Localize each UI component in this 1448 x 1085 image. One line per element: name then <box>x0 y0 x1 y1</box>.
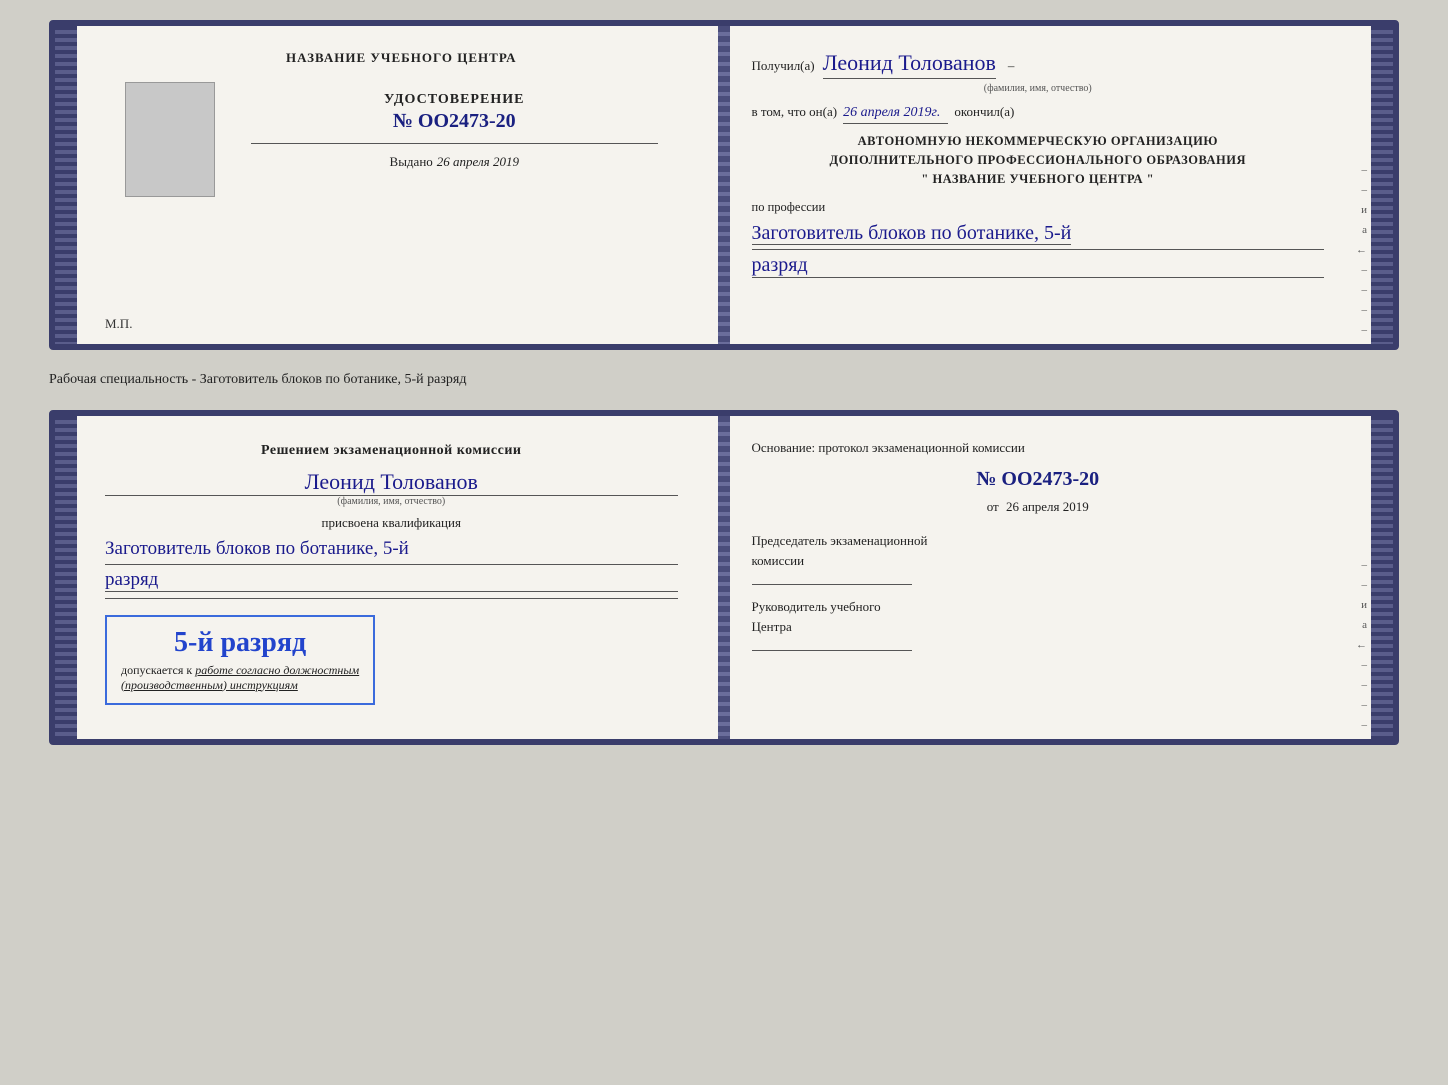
predsedatel-line1: Председатель экзаменационной <box>752 533 928 548</box>
org-name: НАЗВАНИЕ УЧЕБНОГО ЦЕНТРА <box>932 172 1143 186</box>
side-dash-r4: – <box>1362 679 1368 691</box>
protocol-number: № OO2473-20 <box>752 468 1325 491</box>
okonchil-label: окончил(а) <box>954 104 1014 120</box>
side-arrow: ← <box>1356 244 1367 256</box>
document-card-2: Решением экзаменационной комиссии Леонид… <box>49 410 1399 745</box>
org-name-line: " НАЗВАНИЕ УЧЕБНОГО ЦЕНТРА " <box>752 170 1325 189</box>
org-line1: АВТОНОМНУЮ НЕКОММЕРЧЕСКУЮ ОРГАНИЗАЦИЮ <box>752 132 1325 151</box>
po-professii-label: по профессии <box>752 200 1325 215</box>
side-dash-r1: – <box>1362 559 1368 571</box>
left-binding-strip-2 <box>55 416 77 739</box>
side-notes-right: – – и а ← – – – – <box>1352 26 1371 344</box>
side-letter-i2: и <box>1361 599 1367 611</box>
org-block: АВТОНОМНУЮ НЕКОММЕРЧЕСКУЮ ОРГАНИЗАЦИЮ ДО… <box>752 132 1325 188</box>
rukovoditel-line2: Центра <box>752 619 792 634</box>
side-letter-a: а <box>1362 224 1367 236</box>
predsedatel-line2: комиссии <box>752 553 805 568</box>
side-arrow2: ← <box>1356 639 1367 651</box>
rabote-label: работе согласно должностным <box>195 663 359 677</box>
udostoverenie-number: № OO2473-20 <box>251 110 658 133</box>
ot-date: 26 апреля 2019 <box>1006 499 1089 514</box>
card1-left: НАЗВАНИЕ УЧЕБНОГО ЦЕНТРА УДОСТОВЕРЕНИЕ №… <box>77 26 706 344</box>
stamp-razryad: 5-й разряд <box>121 627 359 659</box>
poluchil-label: Получил(а) <box>752 58 815 74</box>
udostoverenie-block: УДОСТОВЕРЕНИЕ № OO2473-20 <box>251 92 658 133</box>
side-letter-a2: а <box>1362 619 1367 631</box>
rukovoditel-block: Руководитель учебного Центра <box>752 597 1325 651</box>
profession-text: Заготовитель блоков по ботанике, 5-й <box>752 222 1072 245</box>
side-notes-right-2: – – и а ← – – – – <box>1352 416 1371 739</box>
completion-date: 26 апреля 2019г. <box>843 105 948 124</box>
decision-header: Решением экзаменационной комиссии <box>105 440 678 461</box>
side-dash-r5: – <box>1362 699 1368 711</box>
predsedatel-signature-line <box>752 584 912 585</box>
side-dash-r6: – <box>1362 719 1368 731</box>
dopuskaetsya-label: допускается к <box>121 663 192 677</box>
side-dash-r3: – <box>1362 659 1368 671</box>
card2-left: Решением экзаменационной комиссии Леонид… <box>77 416 706 739</box>
side-dash-r2: – <box>1362 579 1368 591</box>
stamp-box: 5-й разряд допускается к работе согласно… <box>105 615 375 705</box>
side-dash-1: – <box>1362 164 1368 176</box>
side-dash-6: – <box>1362 324 1368 336</box>
rukovoditel-signature-line <box>752 650 912 651</box>
separator-2 <box>105 598 678 599</box>
page-wrapper: НАЗВАНИЕ УЧЕБНОГО ЦЕНТРА УДОСТОВЕРЕНИЕ №… <box>49 20 1399 745</box>
side-letter-i: и <box>1361 204 1367 216</box>
poluchil-line: Получил(а) Леонид Толованов – <box>752 50 1325 79</box>
fio-label-1: (фамилия, имя, отчество) <box>752 83 1325 94</box>
caption-text: Рабочая специальность - Заготовитель бло… <box>49 368 1399 392</box>
org-line2: ДОПОЛНИТЕЛЬНОГО ПРОФЕССИОНАЛЬНОГО ОБРАЗО… <box>752 151 1325 170</box>
profession-line <box>752 249 1325 250</box>
razryad-text: разряд <box>752 254 1325 278</box>
photo-placeholder <box>125 82 215 197</box>
mp-label: М.П. <box>105 316 132 332</box>
fio-label-2: (фамилия, имя, отчество) <box>105 496 678 507</box>
predsedatel-block: Председатель экзаменационной комиссии <box>752 531 1325 585</box>
separator-line-1 <box>251 143 658 144</box>
card2-inner: Решением экзаменационной комиссии Леонид… <box>77 416 1371 739</box>
qualification-text: Заготовитель блоков по ботанике, 5-й <box>105 535 678 565</box>
vydano-line: Выдано 26 апреля 2019 <box>251 154 658 170</box>
stamp-dopuskaetsya: допускается к работе согласно должностны… <box>121 663 359 678</box>
card1-right: Получил(а) Леонид Толованов – (фамилия, … <box>724 26 1353 344</box>
side-dash-2: – <box>1362 184 1368 196</box>
udostoverenie-title: УДОСТОВЕРЕНИЕ <box>251 92 658 108</box>
rukovoditel-line1: Руководитель учебного <box>752 599 881 614</box>
vtom-prefix: в том, что он(а) <box>752 104 838 120</box>
vtom-line: в том, что он(а) 26 апреля 2019г. окончи… <box>752 104 1325 124</box>
recipient-name-2: Леонид Толованов <box>105 469 678 496</box>
osnovaniye-text: Основание: протокол экзаменационной коми… <box>752 440 1325 456</box>
prisvoena-text: присвоена квалификация <box>105 515 678 531</box>
card1-inner: НАЗВАНИЕ УЧЕБНОГО ЦЕНТРА УДОСТОВЕРЕНИЕ №… <box>77 26 1371 344</box>
org-quote-close: " <box>1147 172 1154 186</box>
org-quote-open: " <box>921 172 928 186</box>
vydano-label: Выдано <box>390 154 433 169</box>
side-dash-5: – <box>1362 304 1368 316</box>
card2-right: Основание: протокол экзаменационной коми… <box>724 416 1353 739</box>
instruktsiyam-label: (производственным) инструкциям <box>121 678 359 693</box>
left-binding-strip <box>55 26 77 344</box>
ot-prefix: от <box>987 499 999 514</box>
predsedatel-label: Председатель экзаменационной комиссии <box>752 531 1325 570</box>
recipient-name: Леонид Толованов <box>823 50 996 79</box>
document-card-1: НАЗВАНИЕ УЧЕБНОГО ЦЕНТРА УДОСТОВЕРЕНИЕ №… <box>49 20 1399 350</box>
side-dash-4: – <box>1362 284 1368 296</box>
right-binding-strip <box>1371 26 1393 344</box>
training-center-header: НАЗВАНИЕ УЧЕБНОГО ЦЕНТРА <box>125 50 678 66</box>
vydano-date: 26 апреля 2019 <box>437 154 519 169</box>
right-binding-strip-2 <box>1371 416 1393 739</box>
razryad-text-2: разряд <box>105 569 678 592</box>
side-dash-3: – <box>1362 264 1368 276</box>
rukovoditel-label: Руководитель учебного Центра <box>752 597 1325 636</box>
ot-line: от 26 апреля 2019 <box>752 499 1325 515</box>
